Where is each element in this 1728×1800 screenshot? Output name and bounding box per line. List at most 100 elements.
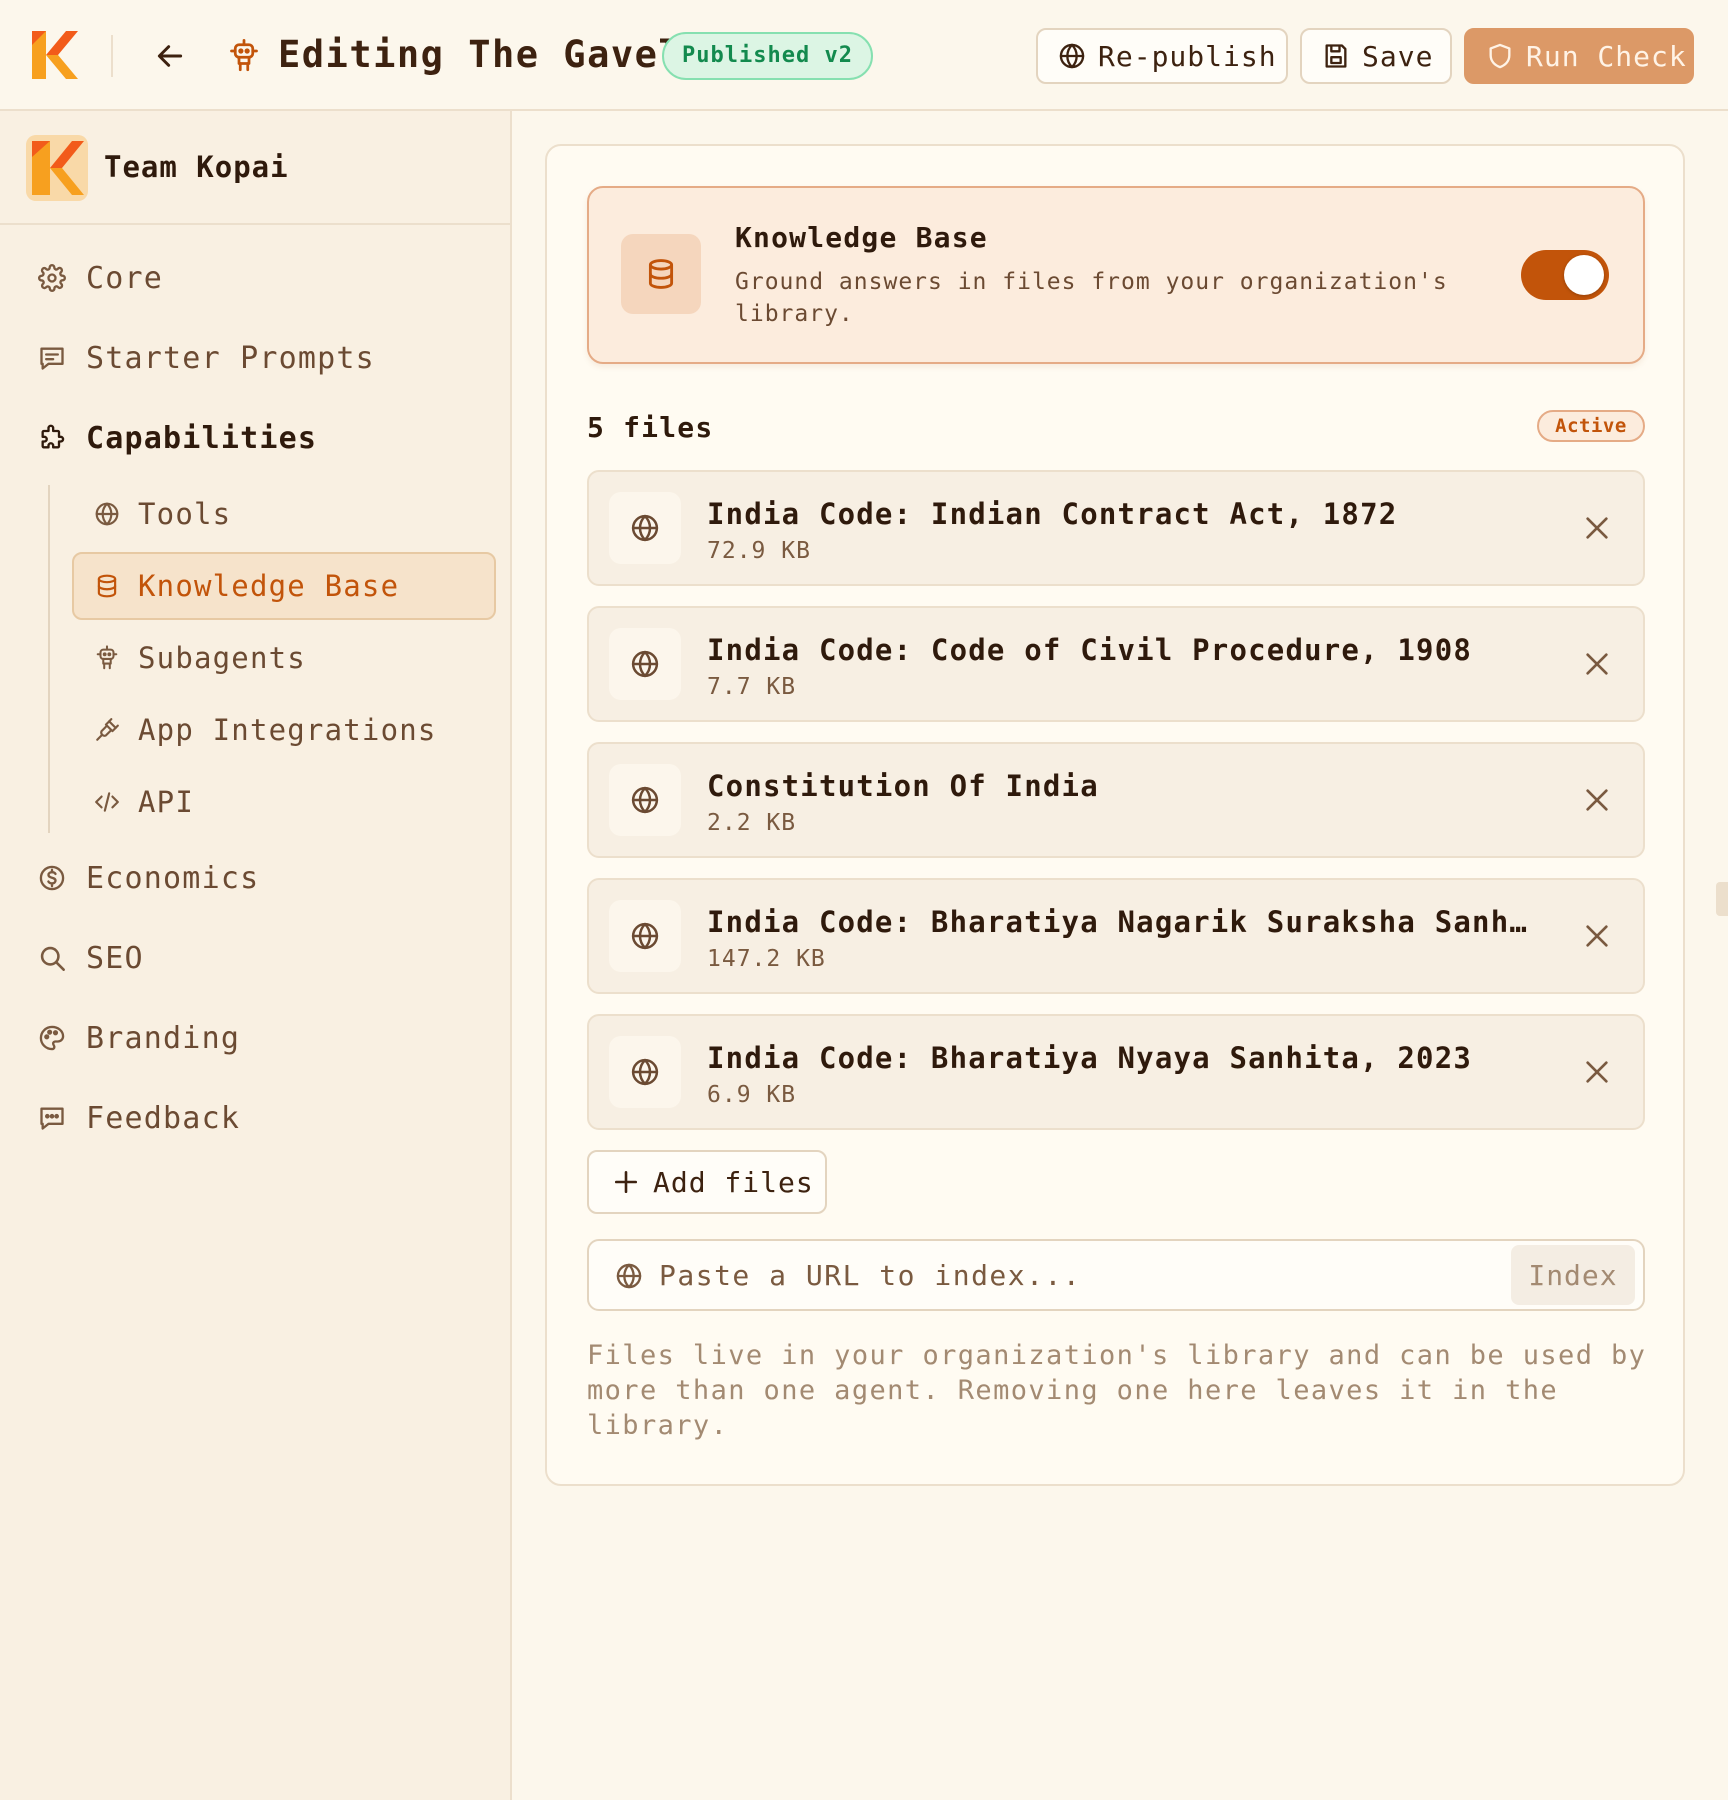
remove-file-close-icon[interactable] [1581, 784, 1613, 816]
sidebar-item-app-integrations[interactable]: App Integrations [94, 705, 437, 755]
file-size: 7.7 KB [707, 674, 797, 700]
plug-icon [94, 717, 120, 743]
resize-handle[interactable] [1716, 882, 1728, 916]
sidebar-item-api[interactable]: API [94, 777, 194, 827]
status-badge: Active [1537, 410, 1645, 442]
file-name: India Code: Bharatiya Nagarik Suraksha S… [707, 905, 1527, 939]
sidebar-item-label: Feedback [86, 1100, 241, 1136]
knowledge-base-panel: Knowledge Base Ground answers in files f… [545, 144, 1685, 1486]
index-button[interactable]: Index [1511, 1245, 1635, 1305]
republish-button[interactable]: Re-publish [1036, 28, 1288, 84]
knowledge-base-title: Knowledge Base [735, 221, 988, 254]
sidebar-item-tools[interactable]: Tools [94, 489, 231, 539]
sidebar-item-core[interactable]: Core [38, 253, 163, 303]
knowledge-base-toggle[interactable] [1521, 250, 1609, 300]
sidebar-item-label: Economics [86, 860, 260, 896]
database-icon [94, 573, 120, 599]
sidebar-item-label: Capabilities [86, 420, 318, 456]
message-square-icon [38, 344, 66, 372]
file-name: India Code: Bharatiya Nyaya Sanhita, 202… [707, 1041, 1473, 1075]
files-count: 5 files [587, 411, 714, 444]
globe-icon [1058, 42, 1086, 70]
sidebar-item-label: Knowledge Base [138, 569, 400, 603]
republish-label: Re-publish [1098, 39, 1277, 73]
globe-icon [609, 492, 681, 564]
file-row: India Code: Indian Contract Act, 1872 72… [587, 470, 1645, 586]
globe-icon [609, 628, 681, 700]
remove-file-close-icon[interactable] [1581, 512, 1613, 544]
file-row: India Code: Bharatiya Nagarik Suraksha S… [587, 878, 1645, 994]
sidebar-item-label: Branding [86, 1020, 241, 1056]
header-divider [111, 35, 113, 77]
palette-icon [38, 1024, 66, 1052]
submenu-line [48, 485, 50, 833]
gear-icon [38, 264, 66, 292]
search-icon [38, 944, 66, 972]
file-size: 6.9 KB [707, 1082, 797, 1108]
sidebar-item-feedback[interactable]: Feedback [38, 1093, 240, 1143]
sidebar-item-starter-prompts[interactable]: Starter Prompts [38, 333, 375, 383]
toggle-knob [1564, 255, 1604, 295]
url-index-row: Index [587, 1239, 1645, 1311]
run-check-label: Run Check [1526, 39, 1687, 73]
sidebar-item-label: SEO [86, 940, 144, 976]
team-logo-icon [26, 135, 88, 201]
add-files-button[interactable]: Add files [587, 1150, 827, 1214]
page-title: Editing The Gavel [278, 33, 683, 76]
sidebar-item-label: Tools [138, 497, 232, 531]
back-arrow-icon[interactable] [154, 40, 186, 72]
sidebar-item-capabilities[interactable]: Capabilities [38, 413, 317, 463]
sidebar-item-branding[interactable]: Branding [38, 1013, 240, 1063]
published-status-badge: Published v2 [662, 32, 873, 80]
file-size: 72.9 KB [707, 538, 811, 564]
robot-icon [94, 645, 120, 671]
sidebar-item-label: API [138, 785, 194, 819]
dollar-circle-icon [38, 864, 66, 892]
globe-icon [615, 1262, 643, 1290]
library-footnote: Files live in your organization's librar… [587, 1340, 1647, 1441]
knowledge-base-description: Ground answers in files from your organi… [735, 269, 1448, 327]
run-check-button[interactable]: Run Check [1464, 28, 1694, 84]
file-name: India Code: Indian Contract Act, 1872 [707, 497, 1398, 531]
knowledge-base-card: Knowledge Base Ground answers in files f… [587, 186, 1645, 364]
database-icon [621, 234, 701, 314]
save-label: Save [1362, 39, 1434, 73]
sidebar-item-label: Subagents [138, 641, 306, 675]
sidebar-item-economics[interactable]: Economics [38, 853, 259, 903]
sidebar-item-knowledge-base[interactable]: Knowledge Base [94, 561, 399, 611]
globe-icon [94, 501, 120, 527]
file-name: India Code: Code of Civil Procedure, 190… [707, 633, 1473, 667]
sidebar-item-seo[interactable]: SEO [38, 933, 144, 983]
plus-icon [613, 1169, 639, 1195]
add-files-label: Add files [653, 1165, 814, 1199]
globe-icon [609, 900, 681, 972]
robot-icon [229, 38, 259, 74]
save-icon [1322, 42, 1350, 70]
remove-file-close-icon[interactable] [1581, 648, 1613, 680]
file-row: Constitution Of India 2.2 KB [587, 742, 1645, 858]
save-button[interactable]: Save [1300, 28, 1452, 84]
message-dots-icon [38, 1104, 66, 1132]
globe-icon [609, 1036, 681, 1108]
globe-icon [609, 764, 681, 836]
url-input[interactable] [659, 1247, 1379, 1303]
file-row: India Code: Bharatiya Nyaya Sanhita, 202… [587, 1014, 1645, 1130]
sidebar-item-label: Core [86, 260, 164, 296]
sidebar: Team Kopai Core Starter Prompts Capabili… [0, 111, 512, 1800]
file-name: Constitution Of India [707, 769, 1099, 803]
team-name: Team Kopai [104, 150, 289, 184]
file-size: 2.2 KB [707, 810, 797, 836]
file-size: 147.2 KB [707, 946, 826, 972]
top-header: Editing The Gavel Published v2 Re-publis… [0, 0, 1728, 111]
kopai-logo-icon[interactable] [32, 31, 78, 79]
file-row: India Code: Code of Civil Procedure, 190… [587, 606, 1645, 722]
remove-file-close-icon[interactable] [1581, 920, 1613, 952]
sidebar-item-label: App Integrations [138, 713, 437, 747]
team-switcher[interactable]: Team Kopai [0, 111, 510, 225]
sidebar-item-label: Starter Prompts [86, 340, 375, 376]
code-icon [94, 789, 120, 815]
shield-icon [1486, 42, 1514, 70]
puzzle-icon [38, 424, 66, 452]
remove-file-close-icon[interactable] [1581, 1056, 1613, 1088]
sidebar-item-subagents[interactable]: Subagents [94, 633, 306, 683]
